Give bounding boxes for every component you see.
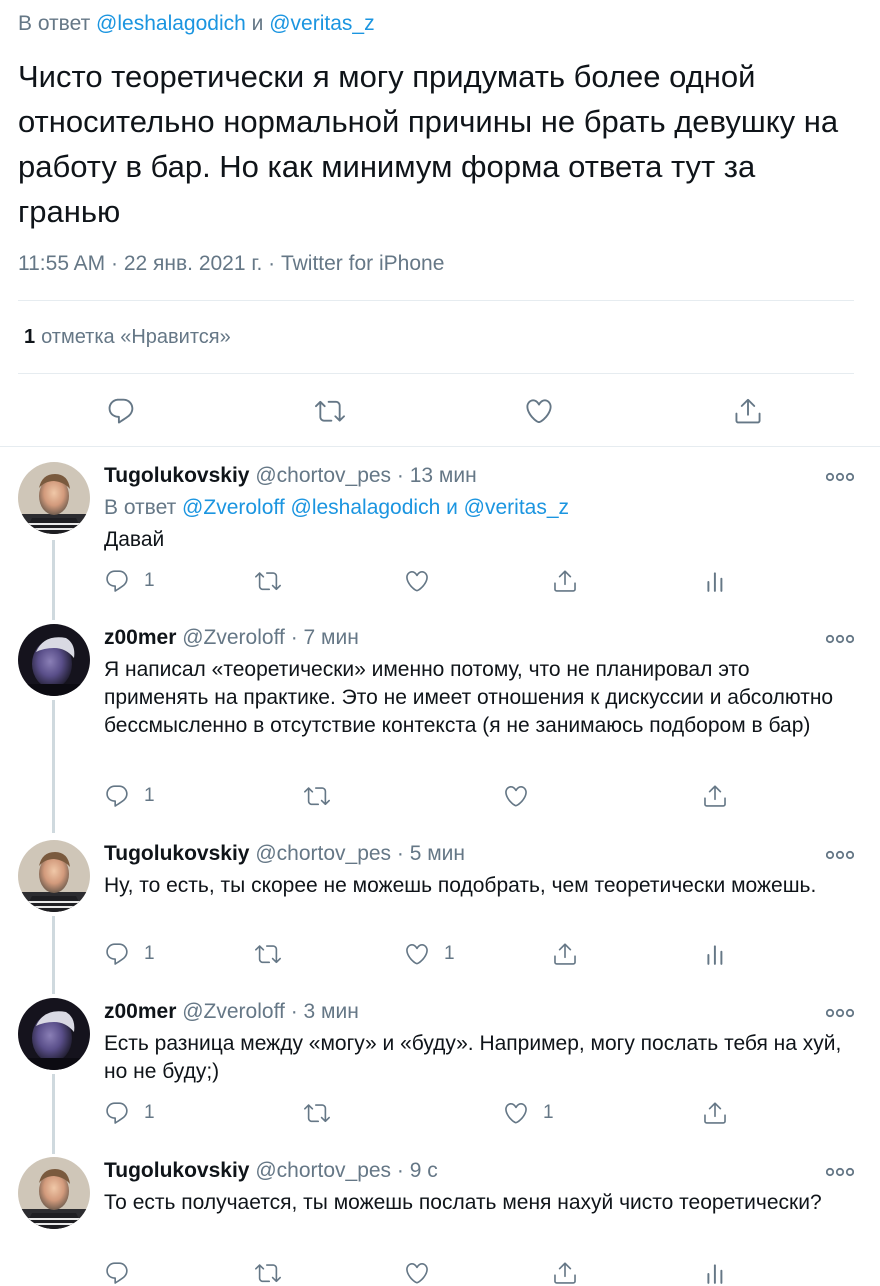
analytics-icon[interactable] — [702, 1260, 728, 1286]
like-action[interactable] — [404, 1260, 430, 1286]
retweet-action[interactable] — [304, 783, 330, 809]
reply-prefix: В ответ — [104, 496, 177, 519]
tweet-header: z00mer @Zveroloff · 3 мин — [104, 1000, 359, 1024]
reply-and: и — [251, 12, 264, 35]
share-action[interactable] — [702, 1100, 728, 1126]
avatar[interactable] — [18, 998, 90, 1070]
more-options-icon[interactable] — [826, 1007, 854, 1019]
mention-link[interactable]: @veritas_z — [269, 12, 374, 35]
avatar[interactable] — [18, 840, 90, 912]
user-handle[interactable]: @Zveroloff — [182, 1000, 285, 1023]
tweet-text: Чисто теоретически я могу придумать боле… — [18, 59, 839, 229]
avatar[interactable] — [18, 624, 90, 696]
share-action[interactable] — [552, 568, 578, 594]
retweet-action[interactable] — [255, 1260, 281, 1286]
reply-count: 1 — [144, 785, 155, 806]
reply-icon[interactable] — [106, 396, 136, 426]
like-action[interactable] — [404, 568, 430, 594]
display-name[interactable]: Tugolukovskiy — [104, 1159, 249, 1182]
mention-link[interactable]: @leshalagodich — [96, 12, 246, 35]
retweet-action[interactable] — [255, 568, 281, 594]
thread-connector — [52, 916, 55, 994]
reply-action[interactable]: 1 — [104, 941, 155, 967]
like-count: 1 — [444, 943, 455, 964]
more-options-icon[interactable] — [826, 1166, 854, 1178]
tweet-text: Есть разница между «могу» и «буду». Напр… — [104, 1032, 842, 1083]
reply-action[interactable]: 1 — [104, 783, 155, 809]
thread-connector — [52, 540, 55, 620]
like-action[interactable]: 1 — [404, 941, 455, 967]
display-name[interactable]: z00mer — [104, 1000, 176, 1023]
reply-action[interactable] — [104, 1260, 130, 1286]
analytics-icon[interactable] — [702, 568, 728, 594]
user-handle[interactable]: @chortov_pes — [255, 842, 391, 865]
divider — [18, 373, 854, 374]
reply-count: 1 — [144, 570, 155, 591]
like-action[interactable]: 1 — [503, 1100, 554, 1126]
tweet-text: Давай — [104, 528, 165, 551]
likes-count: 1 — [24, 326, 36, 348]
tweet-time[interactable]: · 7 мин — [291, 626, 359, 649]
tweet-text: Ну, то есть, ты скорее не можешь подобра… — [104, 874, 817, 897]
reply-count: 1 — [144, 943, 155, 964]
tweet-meta[interactable]: 11:55 AM · 22 янв. 2021 г. · Twitter for… — [18, 252, 444, 276]
tweet-text: То есть получается, ты можешь послать ме… — [104, 1191, 822, 1214]
retweet-action[interactable] — [255, 941, 281, 967]
share-action[interactable] — [552, 1260, 578, 1286]
user-handle[interactable]: @chortov_pes — [255, 464, 391, 487]
display-name[interactable]: Tugolukovskiy — [104, 464, 249, 487]
like-icon[interactable] — [524, 396, 554, 426]
likes-label: отметка «Нравится» — [41, 326, 231, 348]
thread-connector — [52, 1074, 55, 1154]
divider — [0, 446, 880, 447]
tweet-header: Tugolukovskiy @chortov_pes · 9 с — [104, 1159, 438, 1183]
more-options-icon[interactable] — [826, 633, 854, 645]
avatar[interactable] — [18, 1157, 90, 1229]
retweet-icon[interactable] — [315, 396, 345, 426]
more-options-icon[interactable] — [826, 849, 854, 861]
tweet-time[interactable]: · 3 мин — [291, 1000, 359, 1023]
reply-action[interactable]: 1 — [104, 568, 155, 594]
tweet-time[interactable]: · 5 мин — [397, 842, 465, 865]
user-handle[interactable]: @Zveroloff — [182, 626, 285, 649]
tweet-header: Tugolukovskiy @chortov_pes · 13 мин — [104, 464, 477, 488]
reply-action[interactable]: 1 — [104, 1100, 155, 1126]
tweet-header: z00mer @Zveroloff · 7 мин — [104, 626, 359, 650]
reply-count: 1 — [144, 1102, 155, 1123]
analytics-icon[interactable] — [702, 941, 728, 967]
display-name[interactable]: Tugolukovskiy — [104, 842, 249, 865]
thread-connector — [52, 700, 55, 833]
tweet-time[interactable]: · 9 с — [397, 1159, 438, 1182]
divider — [18, 300, 854, 301]
display-name[interactable]: z00mer — [104, 626, 176, 649]
tweet-header: Tugolukovskiy @chortov_pes · 5 мин — [104, 842, 465, 866]
more-options-icon[interactable] — [826, 471, 854, 483]
tweet-text: Я написал «теоретически» именно потому, … — [104, 658, 834, 737]
share-action[interactable] — [552, 941, 578, 967]
like-count: 1 — [543, 1102, 554, 1123]
user-handle[interactable]: @chortov_pes — [255, 1159, 391, 1182]
reply-context: В ответ @Zveroloff @leshalagodich и @ver… — [104, 496, 569, 520]
avatar[interactable] — [18, 462, 90, 534]
like-action[interactable] — [503, 783, 529, 809]
likes-summary[interactable]: 1 отметка «Нравится» — [24, 326, 231, 349]
tweet-time[interactable]: · 13 мин — [397, 464, 477, 487]
mention-links[interactable]: @Zveroloff @leshalagodich и @veritas_z — [182, 496, 569, 519]
share-icon[interactable] — [733, 396, 763, 426]
retweet-action[interactable] — [304, 1100, 330, 1126]
reply-prefix: В ответ — [18, 12, 91, 35]
reply-context: В ответ @leshalagodich и @veritas_z — [18, 12, 375, 36]
share-action[interactable] — [702, 783, 728, 809]
